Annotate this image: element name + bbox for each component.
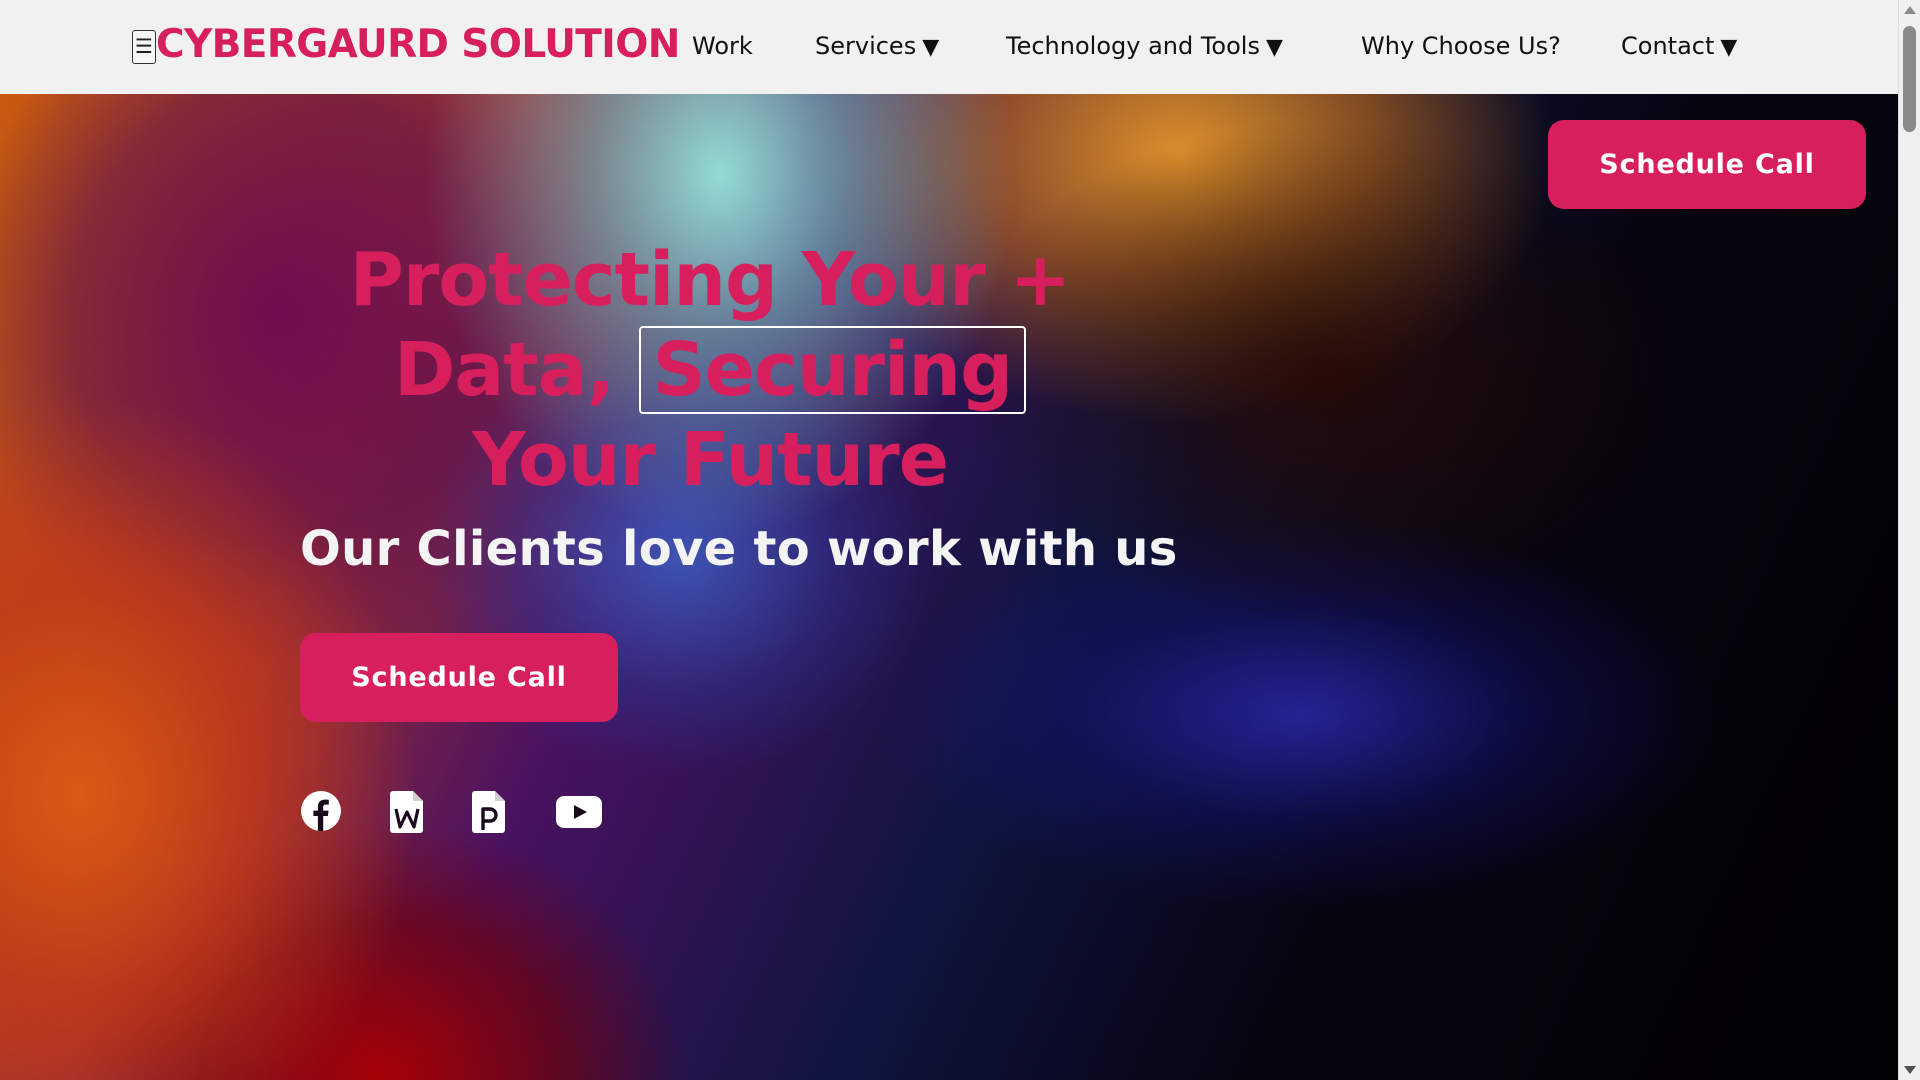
headline-line-1: Protecting Your + <box>349 237 1072 323</box>
hero-subheadline: Our Clients love to work with us <box>300 521 1178 577</box>
headline-line-2-prefix: Data, <box>393 327 615 413</box>
headline-rotating-word: Securing <box>638 326 1027 414</box>
vertical-scrollbar[interactable] <box>1898 0 1920 1080</box>
nav-link-label: Services <box>815 32 917 60</box>
chevron-down-icon: ▼ <box>1265 35 1283 60</box>
headline-line-3: Your Future <box>472 417 949 503</box>
nav-link-label: Work <box>692 32 753 60</box>
facebook-icon[interactable] <box>300 790 342 836</box>
chevron-down-icon: ▼ <box>1720 35 1738 60</box>
brand-logo[interactable]: CYBERGAURD SOLUTION <box>156 22 680 67</box>
nav-link-technology-and-tools[interactable]: Technology and Tools ▼ <box>1006 32 1283 60</box>
youtube-icon[interactable] <box>556 796 602 832</box>
nav-link-work[interactable]: Work <box>692 32 753 60</box>
hero-headline: Protecting Your + Data, Securing Your Fu… <box>340 235 1080 505</box>
chevron-down-icon: ▼ <box>922 35 940 60</box>
schedule-call-button[interactable]: Schedule Call <box>300 633 618 722</box>
scrollbar-thumb[interactable] <box>1903 26 1916 132</box>
nav-link-label: Contact <box>1621 32 1715 60</box>
headline-line-2: Data, Securing <box>340 325 1080 415</box>
scroll-up-arrow-icon[interactable] <box>1904 6 1916 14</box>
schedule-call-button-header[interactable]: Schedule Call <box>1548 120 1866 209</box>
word-doc-icon[interactable] <box>390 790 424 838</box>
pdf-doc-icon[interactable] <box>472 790 506 838</box>
top-navbar: ☰ CYBERGAURD SOLUTION Work Services ▼ Tec… <box>0 0 1898 94</box>
nav-link-label: Technology and Tools <box>1006 32 1260 60</box>
nav-link-contact[interactable]: Contact ▼ <box>1621 32 1737 60</box>
social-links <box>300 790 620 834</box>
nav-link-services[interactable]: Services ▼ <box>815 32 939 60</box>
menu-toggle-button[interactable]: ☰ <box>132 30 156 64</box>
scroll-down-arrow-icon[interactable] <box>1904 1066 1916 1074</box>
nav-link-label: Why Choose Us? <box>1361 32 1561 60</box>
nav-link-why-choose-us[interactable]: Why Choose Us? <box>1361 32 1561 60</box>
